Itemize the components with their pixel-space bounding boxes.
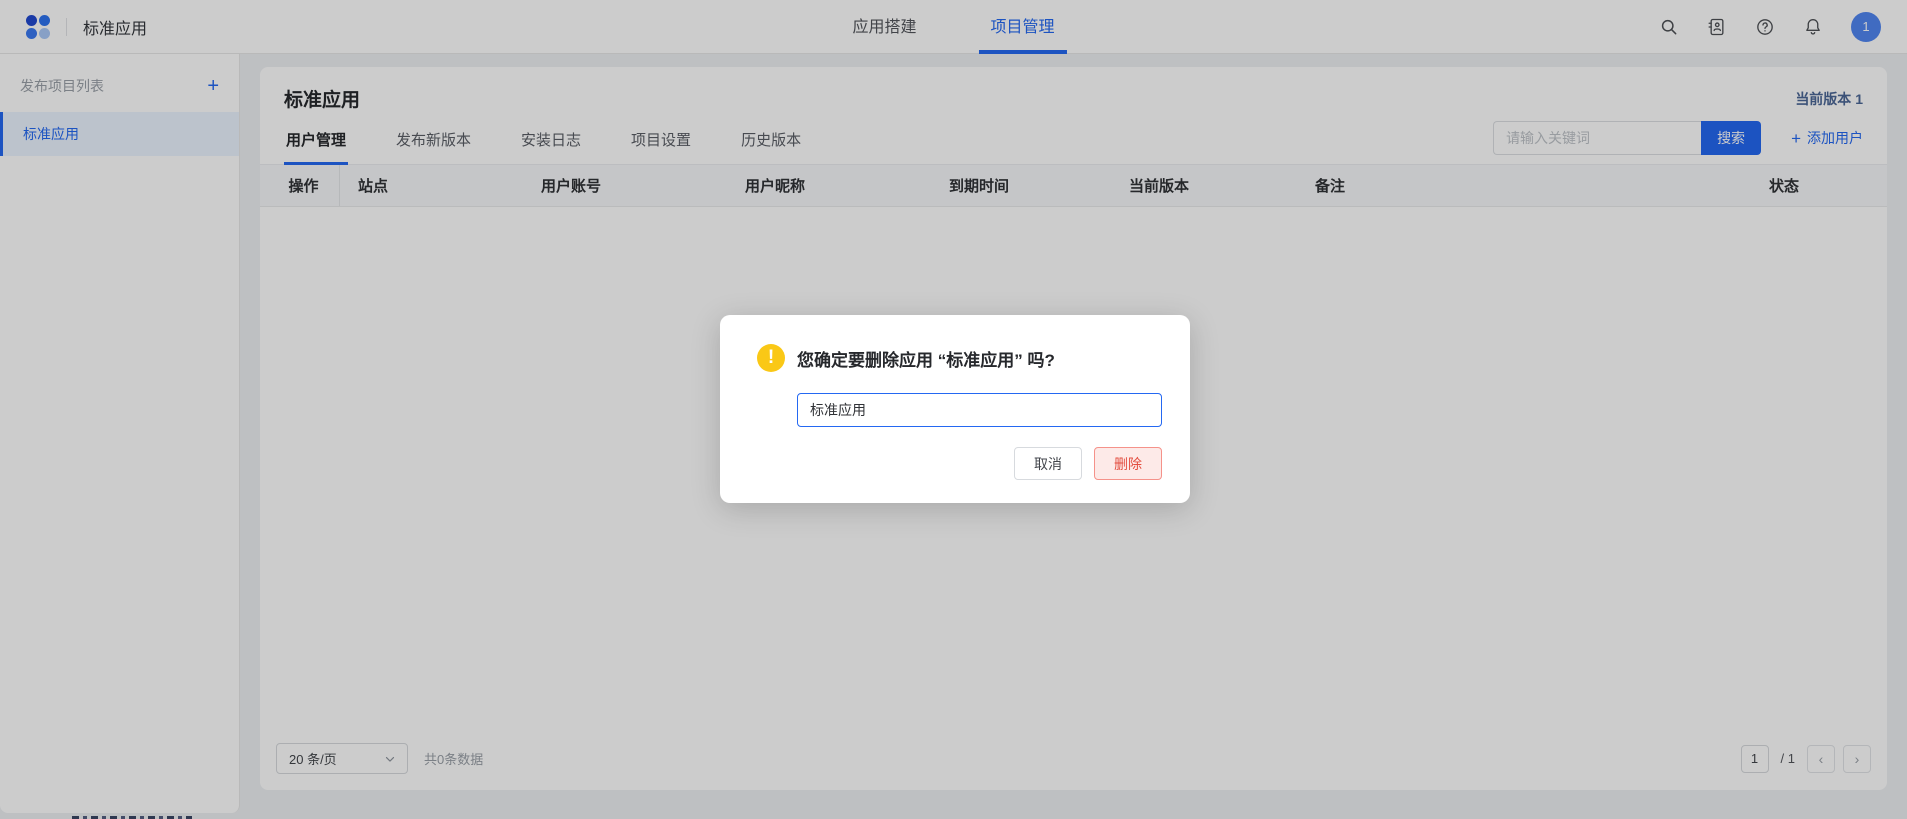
warning-icon: ! [757,344,785,372]
dialog-title: 您确定要删除应用 “标准应用” 吗? [797,346,1055,371]
delete-button[interactable]: 删除 [1094,447,1162,480]
dialog-buttons: 取消 删除 [757,447,1162,480]
dialog-header: ! 您确定要删除应用 “标准应用” 吗? [757,344,1162,372]
delete-confirm-dialog: ! 您确定要删除应用 “标准应用” 吗? 取消 删除 [720,315,1190,503]
confirm-app-name-input[interactable] [797,393,1162,427]
cancel-button[interactable]: 取消 [1014,447,1082,480]
